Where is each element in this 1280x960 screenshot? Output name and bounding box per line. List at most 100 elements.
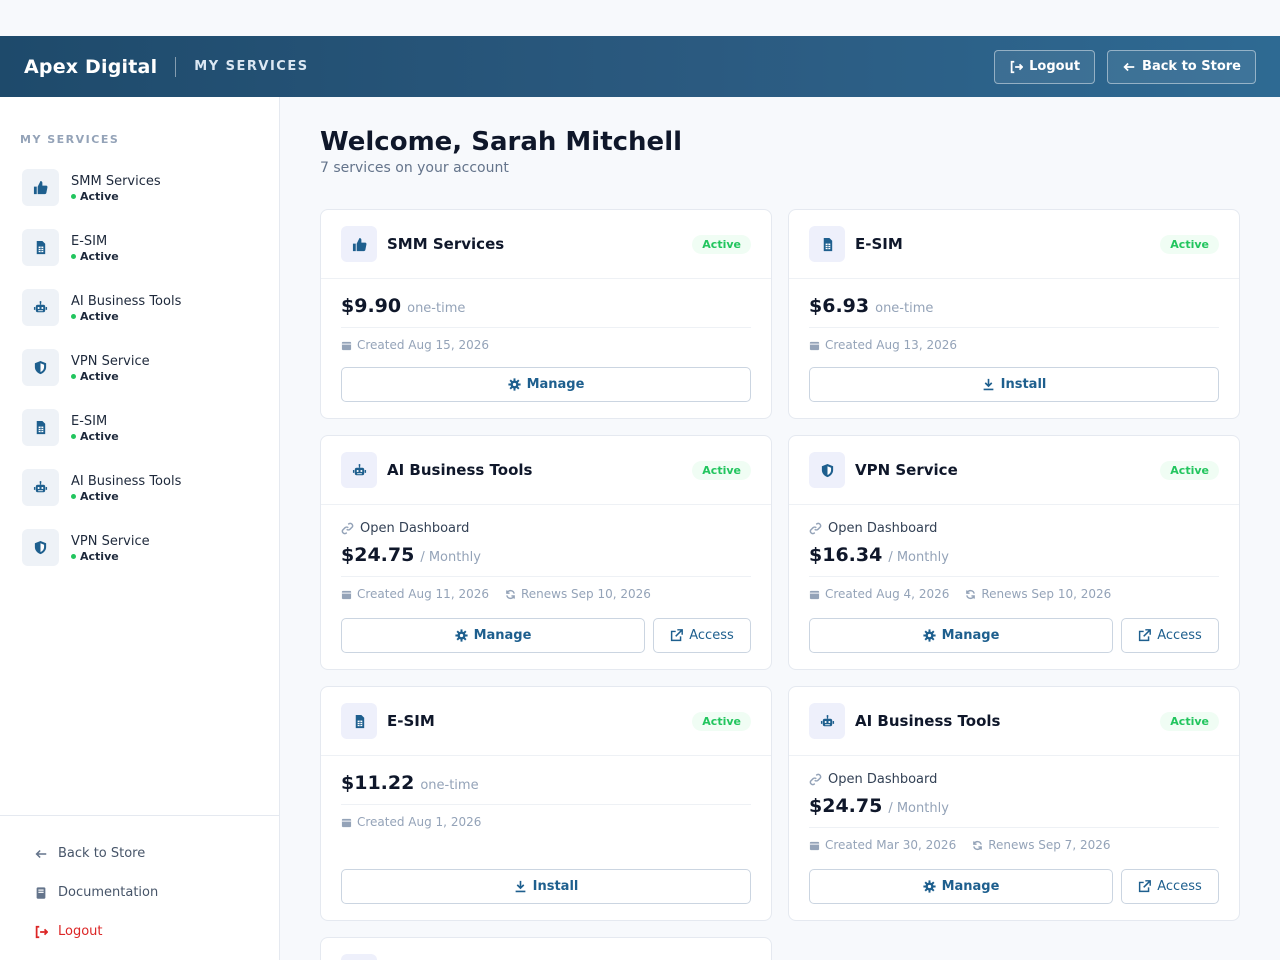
- gear-icon: [454, 629, 468, 642]
- calendar-icon: [341, 590, 352, 599]
- logout-icon: [1010, 60, 1024, 73]
- sidebar-item-e-sim-2[interactable]: E-SIM Active: [22, 409, 262, 469]
- sidebar-item-status: Active: [71, 370, 150, 383]
- documentation-label: Documentation: [58, 885, 159, 900]
- robot-icon: [341, 452, 377, 488]
- logout-label: Logout: [58, 924, 103, 939]
- sidebar-documentation-link[interactable]: Documentation: [34, 873, 279, 912]
- sidebar-item-label: AI Business Tools: [71, 294, 182, 309]
- link-icon: [809, 522, 822, 535]
- card-icon-partial: [341, 954, 377, 960]
- service-card: E-SIM Active $11.22 one-time Created Aug …: [320, 686, 772, 921]
- shield-icon: [22, 349, 59, 386]
- sidebar-item-e-sim[interactable]: E-SIM Active: [22, 229, 262, 289]
- access-button[interactable]: Access: [1121, 869, 1219, 904]
- service-name: SMM Services: [387, 235, 505, 253]
- page-title: Welcome, Sarah Mitchell: [320, 127, 683, 157]
- service-name: AI Business Tools: [387, 461, 533, 479]
- sidebar: MY SERVICES SMM Services Active E-SIM Acti…: [0, 97, 280, 960]
- manage-button[interactable]: Manage: [809, 618, 1113, 653]
- manage-button[interactable]: Manage: [341, 367, 751, 402]
- status-badge: Active: [1160, 711, 1219, 731]
- open-dashboard-link[interactable]: Open Dashboard: [341, 521, 751, 536]
- thumbs-up-icon: [341, 226, 377, 262]
- arrow-left-icon: [35, 849, 47, 858]
- sidebar-item-vpn-service[interactable]: VPN Service Active: [22, 349, 262, 409]
- access-button[interactable]: Access: [653, 618, 751, 653]
- renewal-date: Renews Sep 10, 2026: [965, 587, 1111, 601]
- header-back-to-store-button[interactable]: Back to Store: [1107, 49, 1256, 84]
- sidebar-back-to-store-link[interactable]: Back to Store: [34, 834, 279, 873]
- sim-card-icon: [809, 226, 845, 262]
- service-price: $6.93: [809, 295, 870, 317]
- gear-icon: [922, 629, 936, 642]
- sidebar-item-label: VPN Service: [71, 354, 150, 369]
- service-price: $16.34: [809, 544, 883, 566]
- billing-period: one-time: [420, 778, 479, 793]
- sidebar-service-list: SMM Services Active E-SIM Active AI Busine…: [22, 169, 262, 589]
- header-logout-button[interactable]: Logout: [994, 49, 1096, 84]
- sidebar-item-status: Active: [71, 250, 119, 263]
- sidebar-logout-link[interactable]: Logout: [34, 912, 279, 951]
- brand-name: Apex Digital: [24, 55, 158, 78]
- gear-icon: [922, 880, 936, 893]
- service-price: $9.90: [341, 295, 402, 317]
- refresh-icon: [506, 589, 515, 599]
- status-badge: Active: [692, 234, 751, 254]
- install-button[interactable]: Install: [809, 367, 1219, 402]
- created-date: Created Aug 11, 2026: [341, 587, 489, 601]
- sidebar-item-status: Active: [71, 550, 150, 563]
- gear-icon: [507, 378, 521, 391]
- status-badge: Active: [692, 711, 751, 731]
- install-button[interactable]: Install: [341, 869, 751, 904]
- status-badge: Active: [1160, 460, 1219, 480]
- calendar-icon: [341, 818, 352, 827]
- service-card: SMM Services Active $9.90 one-time Create…: [320, 209, 772, 419]
- billing-period: one-time: [875, 301, 934, 316]
- calendar-icon: [341, 341, 352, 350]
- status-badge: Active: [692, 460, 751, 480]
- download-icon: [983, 378, 993, 391]
- sidebar-item-label: SMM Services: [71, 174, 161, 189]
- external-link-icon: [1139, 629, 1152, 642]
- open-dashboard-link[interactable]: Open Dashboard: [809, 521, 1219, 536]
- sidebar-item-label: E-SIM: [71, 414, 108, 429]
- service-card: AI Business Tools Active Open Dashboard …: [788, 686, 1240, 921]
- open-dashboard-link[interactable]: Open Dashboard: [809, 772, 1219, 787]
- sim-card-icon: [341, 703, 377, 739]
- logout-icon: [35, 925, 48, 938]
- link-icon: [341, 522, 354, 535]
- manage-button[interactable]: Manage: [809, 869, 1113, 904]
- back-to-store-label: Back to Store: [58, 846, 146, 861]
- link-icon: [809, 773, 822, 786]
- download-icon: [515, 880, 525, 893]
- created-date: Created Mar 30, 2026: [809, 838, 956, 852]
- top-bar: Apex Digital MY SERVICES Logout Back to …: [0, 36, 1280, 97]
- created-date: Created Aug 4, 2026: [809, 587, 949, 601]
- external-link-icon: [671, 629, 684, 642]
- sidebar-item-vpn-service-2[interactable]: VPN Service Active: [22, 529, 262, 589]
- header-back-label: Back to Store: [1142, 59, 1241, 74]
- service-card-partial: [320, 937, 772, 960]
- sidebar-footer: Back to Store Documentation Logout: [0, 815, 279, 951]
- billing-period: / Monthly: [888, 550, 949, 565]
- service-card: E-SIM Active $6.93 one-time Created Aug 1…: [788, 209, 1240, 419]
- manage-button[interactable]: Manage: [341, 618, 645, 653]
- sidebar-item-label: AI Business Tools: [71, 474, 182, 489]
- thumbs-up-icon: [22, 169, 59, 206]
- service-name: E-SIM: [387, 712, 435, 730]
- sidebar-item-smm-services[interactable]: SMM Services Active: [22, 169, 262, 229]
- sidebar-item-label: E-SIM: [71, 234, 108, 249]
- refresh-icon: [966, 589, 976, 599]
- sidebar-item-label: VPN Service: [71, 534, 150, 549]
- arrow-left-icon: [1123, 62, 1135, 71]
- renewal-date: Renews Sep 7, 2026: [972, 838, 1111, 852]
- sidebar-item-ai-business-tools-2[interactable]: AI Business Tools Active: [22, 469, 262, 529]
- sidebar-item-status: Active: [71, 430, 119, 443]
- header-logout-label: Logout: [1029, 59, 1081, 74]
- external-link-icon: [1139, 880, 1152, 893]
- sidebar-item-ai-business-tools[interactable]: AI Business Tools Active: [22, 289, 262, 349]
- access-button[interactable]: Access: [1121, 618, 1219, 653]
- renewal-date: Renews Sep 10, 2026: [505, 587, 651, 601]
- refresh-icon: [973, 840, 983, 850]
